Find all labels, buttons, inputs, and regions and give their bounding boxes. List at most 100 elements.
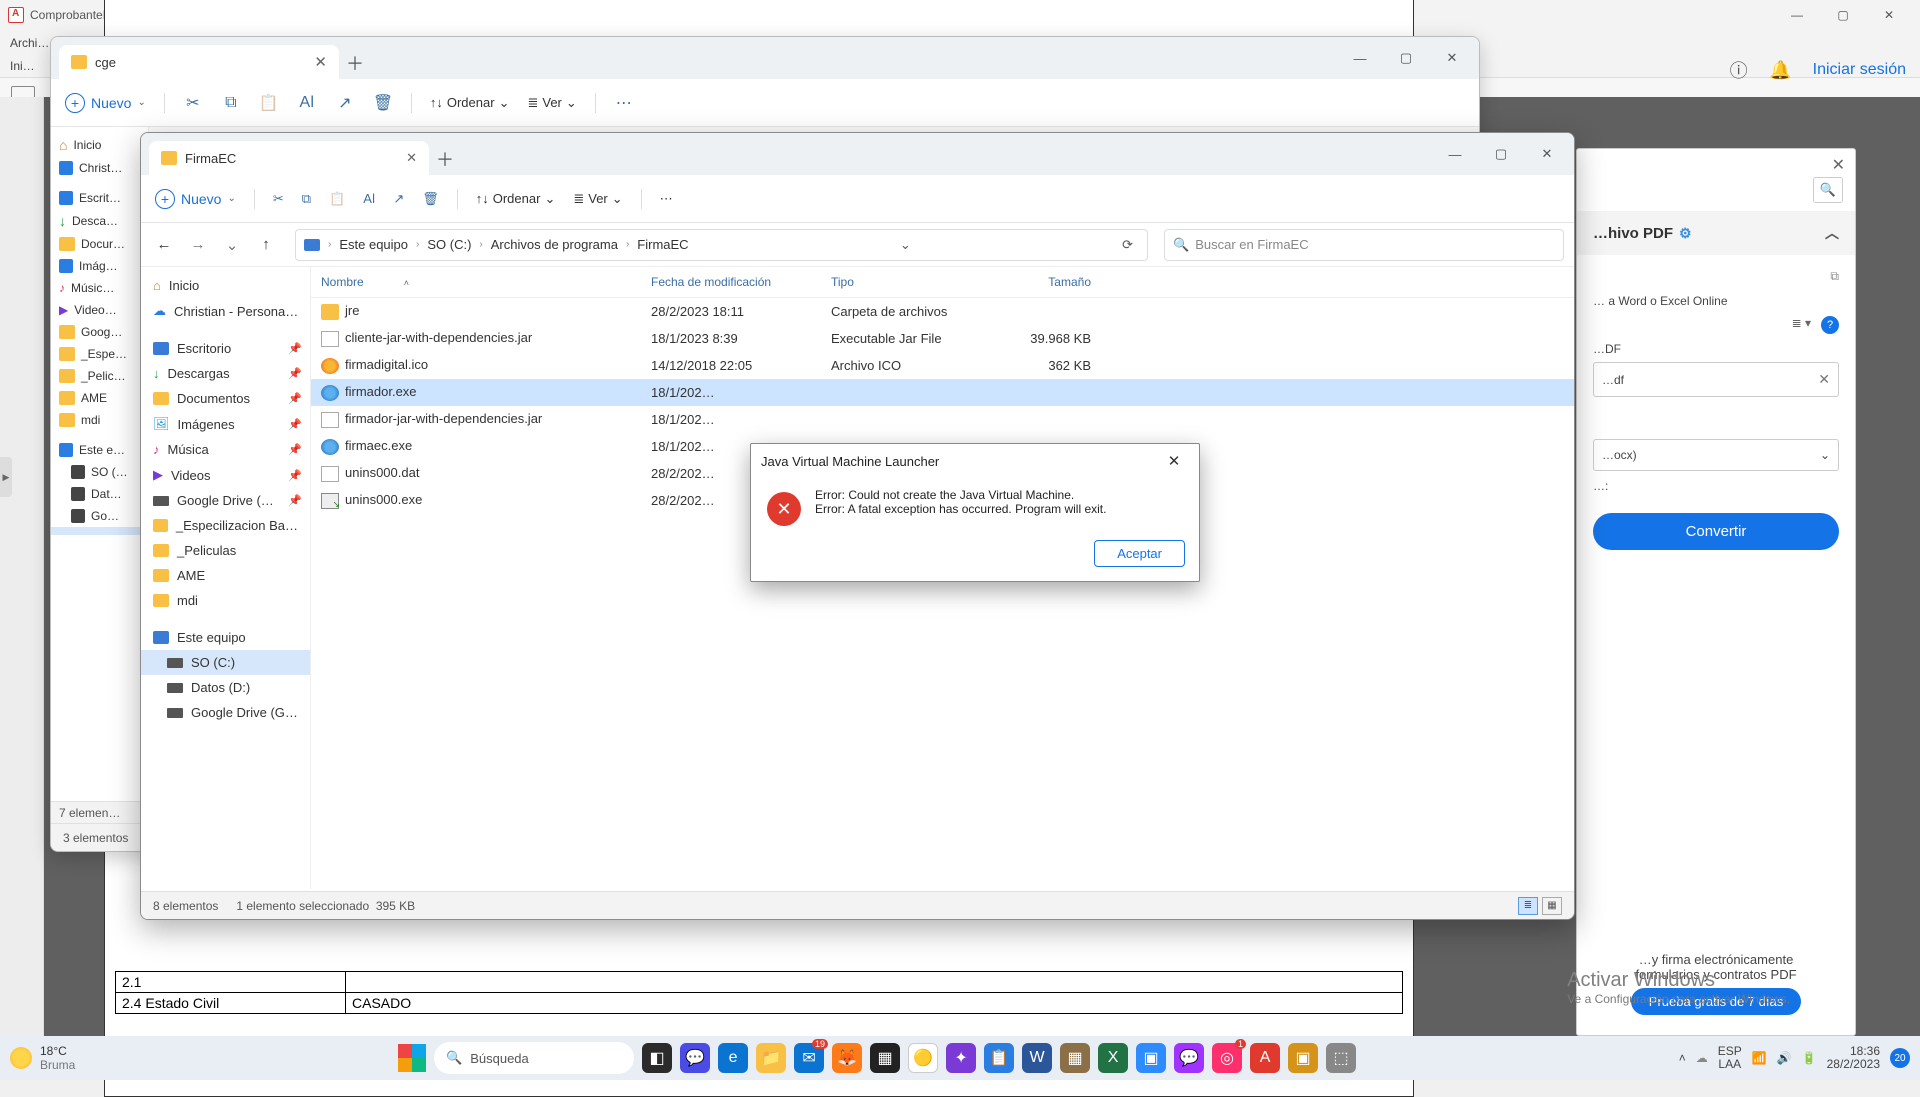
file-row[interactable]: firmador-jar-with-dependencies.jar18/1/2… [311,406,1574,433]
cge-left-nav[interactable]: ⌂Inicio Christ… Escrit… ↓Desca… Docur… I… [51,127,149,821]
copy-icon[interactable]: ⧉ [221,94,241,112]
breadcrumb-seg[interactable]: SO (C:) [423,237,475,252]
chevron-up-icon[interactable]: ︿ [1825,223,1839,243]
rename-icon[interactable]: Aǀ [363,191,375,206]
close-icon[interactable]: ✕ [314,53,327,71]
file-row[interactable]: jre28/2/2023 18:11Carpeta de archivos [311,298,1574,325]
chevron-up-icon[interactable]: ˄ [1679,1051,1686,1065]
cge-maximize[interactable]: ▢ [1383,43,1429,73]
app-icon[interactable]: ▣ [1288,1043,1318,1073]
taskbar-search[interactable]: 🔍 Búsqueda [434,1042,634,1074]
app-icon[interactable]: 📋 [984,1043,1014,1073]
chrome-icon[interactable]: 🟡 [908,1043,938,1073]
expand-icon[interactable]: ▶ [0,457,12,497]
clock[interactable]: 18:36 28/2/2023 [1827,1045,1880,1071]
file-row[interactable]: firmador.exe18/1/202… [311,379,1574,406]
breadcrumb[interactable]: › Este equipo › SO (C:) › Archivos de pr… [295,229,1148,261]
onedrive-icon[interactable]: ☁ [1696,1051,1708,1065]
app-icon[interactable]: ◎1 [1212,1043,1242,1073]
word-icon[interactable]: W [1022,1043,1052,1073]
help-icon[interactable]: ? [1821,316,1839,334]
acrobat-minimize[interactable]: ― [1774,0,1820,30]
cut-icon[interactable]: ✂ [273,191,284,207]
bell-icon[interactable]: 🔔 [1771,60,1791,80]
panel-title-row[interactable]: …hivo PDF ⚙ ︿ [1577,211,1855,255]
jvm-ok-button[interactable]: Aceptar [1094,540,1185,567]
mail-icon[interactable]: ✉19 [794,1043,824,1073]
close-icon[interactable]: ✕ [1832,155,1845,175]
delete-icon[interactable]: 🗑 [373,93,393,113]
col-name[interactable]: Nombre [321,275,364,289]
firma-nav[interactable]: ⌂Inicio ☁Christian - Persona… Escritorio… [141,267,311,889]
system-tray[interactable]: ˄ ☁ ESP LAA 📶 🔊 🔋 18:36 28/2/2023 20 [1679,1045,1910,1071]
delete-icon[interactable]: 🗑 [422,191,439,207]
nav-history[interactable]: ⌄ [219,236,245,254]
jvm-titlebar[interactable]: Java Virtual Machine Launcher ✕ [751,444,1199,478]
cge-view[interactable]: ≣ Ver ⌄ [527,95,576,111]
cge-new-button[interactable]: + Nuevo ⌄ [65,93,146,113]
acrobat-icon[interactable]: A [1250,1043,1280,1073]
firma-minimize[interactable]: ― [1432,139,1478,169]
refresh-icon[interactable]: ⟳ [1116,237,1139,253]
close-icon[interactable]: ✕ [1159,452,1189,470]
panel-format-select[interactable]: …ocx) ⌄ [1593,439,1839,471]
firefox-icon[interactable]: 🦊 [832,1043,862,1073]
app-icon[interactable]: ▦ [870,1043,900,1073]
new-tab-button[interactable]: ＋ [339,47,371,79]
firma-sort[interactable]: ↑↓ Ordenar ⌄ [476,191,556,207]
more-icon[interactable]: ⋯ [660,191,673,207]
firma-new-button[interactable]: + Nuevo ⌄ [155,189,236,209]
more-icon[interactable]: ⋯ [614,93,634,113]
share-icon[interactable]: ↗ [335,93,355,113]
edge-icon[interactable]: e [718,1043,748,1073]
taskbar[interactable]: 18°C Bruma 🔍 Búsqueda ◧ 💬 e 📁 ✉19 🦊 ▦ 🟡 … [0,1036,1920,1080]
view-list-button[interactable]: ≣ [1518,897,1538,915]
share-icon[interactable]: ⧉ [1830,269,1839,284]
rename-icon[interactable]: Aǀ [297,94,317,112]
view-grid-button[interactable]: ▦ [1542,897,1562,915]
paste-icon[interactable]: 📋 [259,93,279,113]
zoom-icon[interactable]: ▣ [1136,1043,1166,1073]
language-indicator[interactable]: ESP LAA [1718,1045,1742,1071]
nav-forward[interactable]: → [185,236,211,253]
explorer-icon[interactable]: 📁 [756,1043,786,1073]
firma-close[interactable]: ✕ [1524,139,1570,169]
app-icon[interactable]: ⬚ [1326,1043,1356,1073]
app-icon[interactable]: ✦ [946,1043,976,1073]
firma-maximize[interactable]: ▢ [1478,139,1524,169]
close-icon[interactable]: ✕ [406,150,417,166]
acrobat-maximize[interactable]: ▢ [1820,0,1866,30]
nav-item-so[interactable]: SO (C:) [141,650,310,675]
search-icon[interactable]: 🔍 [1813,177,1843,203]
chevron-down-icon[interactable]: ⌄ [894,237,917,253]
breadcrumb-seg[interactable]: FirmaEC [633,237,692,252]
firma-view[interactable]: ≣ Ver ⌄ [573,191,622,207]
acrobat-signin[interactable]: Iniciar sesión [1813,61,1906,79]
file-row[interactable]: cliente-jar-with-dependencies.jar18/1/20… [311,325,1574,352]
clear-icon[interactable]: ✕ [1818,371,1830,388]
notification-badge[interactable]: 20 [1890,1048,1910,1068]
acrobat-menu-item[interactable]: Ini… [10,59,35,73]
nav-selected-partial[interactable] [51,527,148,535]
cge-minimize[interactable]: ― [1337,43,1383,73]
copy-icon[interactable]: ⧉ [302,191,311,207]
acrobat-menu-item[interactable]: Archi… [10,36,49,50]
calc-icon[interactable]: ▦ [1060,1043,1090,1073]
panel-file-input[interactable]: …df ✕ [1593,362,1839,397]
convert-button[interactable]: Convertir [1593,513,1839,550]
search-input[interactable]: 🔍 Buscar en FirmaEC [1164,229,1564,261]
col-type[interactable]: Tipo [821,267,981,297]
chat-icon[interactable]: 💬 [680,1043,710,1073]
col-date[interactable]: Fecha de modificación [641,267,821,297]
help-icon[interactable]: ⓘ [1729,60,1749,80]
paste-icon[interactable]: 📋 [329,191,345,207]
cge-sort[interactable]: ↑↓ Ordenar ⌄ [430,95,510,111]
cge-tab[interactable]: cge ✕ [59,45,339,79]
battery-icon[interactable]: 🔋 [1802,1051,1817,1065]
new-tab-button[interactable]: ＋ [429,143,461,175]
wifi-icon[interactable]: 📶 [1752,1051,1767,1065]
messenger-icon[interactable]: 💬 [1174,1043,1204,1073]
col-size[interactable]: Tamaño [981,267,1101,297]
nav-up[interactable]: ↑ [253,236,279,253]
breadcrumb-seg[interactable]: Este equipo [335,237,412,252]
